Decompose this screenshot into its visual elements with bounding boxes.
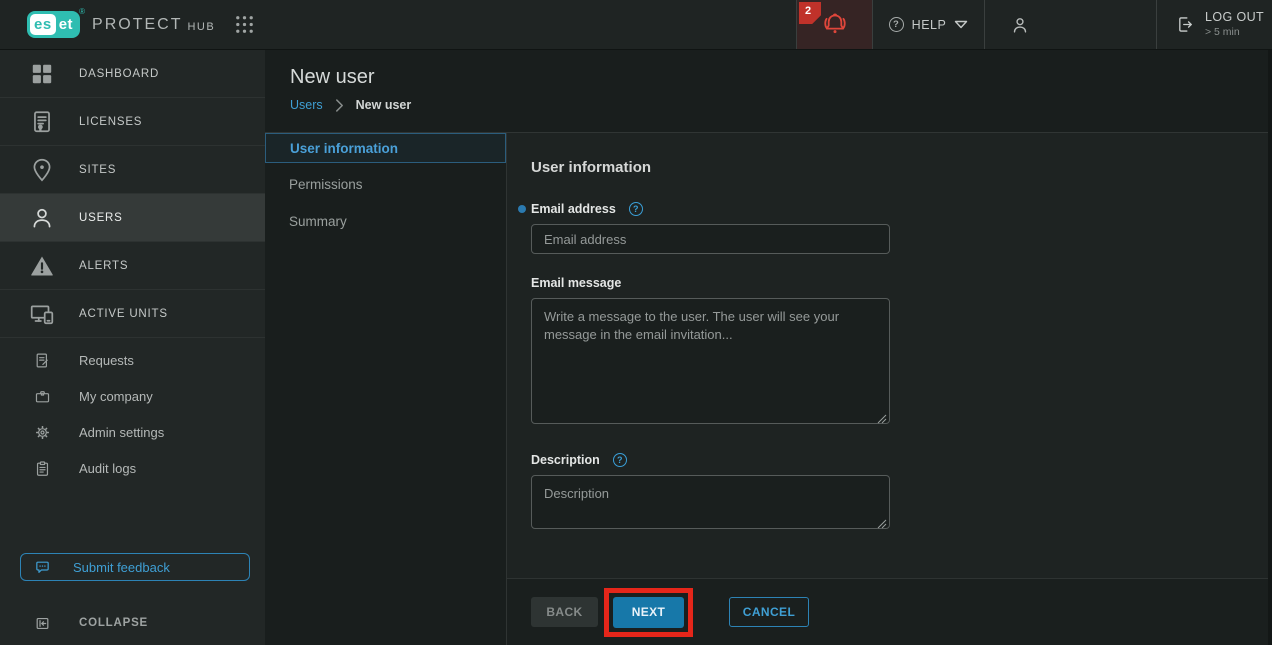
licenses-icon [29, 109, 55, 135]
breadcrumb-users-link[interactable]: Users [290, 98, 323, 112]
chevron-down-icon [954, 20, 968, 29]
email-address-label: Email address [531, 202, 616, 216]
alerts-icon [29, 253, 55, 279]
active-units-icon [29, 301, 55, 327]
user-icon [1009, 14, 1031, 36]
sidebar-label: ACTIVE UNITS [79, 308, 168, 320]
step-user-information[interactable]: User information [265, 133, 506, 163]
description-textarea[interactable] [531, 475, 890, 529]
sidebar-label: ALERTS [79, 260, 128, 272]
required-indicator [518, 205, 526, 213]
brand-area: es et ® PROTECT HUB [0, 0, 265, 49]
sidebar-item-audit-logs[interactable]: Audit logs [0, 450, 265, 486]
product-name: PROTECT [92, 16, 182, 34]
logout-button[interactable]: LOG OUT > 5 min [1156, 0, 1272, 49]
sidebar-label: DASHBOARD [79, 68, 159, 80]
sidebar-item-dashboard[interactable]: DASHBOARD [0, 50, 265, 98]
email-message-textarea[interactable] [531, 298, 890, 424]
user-information-form: User information Email address ? Email m… [507, 133, 1272, 578]
account-button[interactable] [984, 0, 1156, 49]
app-launcher-icon[interactable] [233, 13, 256, 36]
collapse-icon [34, 615, 51, 632]
top-bar: es et ® PROTECT HUB 2 [0, 0, 1272, 50]
breadcrumb: Users New user [290, 98, 1272, 112]
product-suffix: HUB [187, 21, 215, 33]
annotation-highlight: NEXT [604, 588, 693, 637]
sidebar: DASHBOARD LICENSES SITES [0, 50, 265, 645]
email-message-label: Email message [531, 276, 621, 290]
logout-icon [1175, 14, 1196, 35]
sidebar-item-admin-settings[interactable]: Admin settings [0, 414, 265, 450]
sidebar-item-my-company[interactable]: My company [0, 378, 265, 414]
step-summary[interactable]: Summary [265, 205, 506, 237]
help-button[interactable]: ? HELP [872, 0, 984, 49]
breadcrumb-chevron-icon [335, 99, 344, 112]
requests-icon [34, 352, 51, 369]
wizard-steps: User information Permissions Summary [265, 133, 507, 645]
clipboard-icon [34, 460, 51, 477]
sidebar-item-requests[interactable]: Requests [0, 342, 265, 378]
sidebar-label: Requests [79, 353, 134, 368]
sites-icon [29, 157, 55, 183]
sidebar-label: Admin settings [79, 425, 164, 440]
help-label: HELP [912, 18, 947, 32]
sidebar-label: SITES [79, 164, 116, 176]
eset-logo[interactable]: es et ® [27, 11, 80, 38]
eset-logo-es: es [30, 14, 56, 35]
scrollbar-track[interactable] [1268, 50, 1272, 645]
sidebar-item-sites[interactable]: SITES [0, 146, 265, 194]
help-circle-icon: ? [889, 17, 904, 32]
collapse-sidebar-button[interactable]: COLLAPSE [0, 606, 265, 640]
submit-feedback-button[interactable]: Submit feedback [20, 553, 250, 581]
sidebar-label: LICENSES [79, 116, 142, 128]
sidebar-label: My company [79, 389, 153, 404]
eset-logo-et: et [56, 16, 73, 33]
sidebar-item-licenses[interactable]: LICENSES [0, 98, 265, 146]
sidebar-item-users[interactable]: USERS [0, 194, 265, 242]
users-icon [29, 205, 55, 231]
breadcrumb-current: New user [356, 98, 412, 112]
submit-feedback-label: Submit feedback [73, 560, 170, 575]
page-title: New user [290, 66, 1272, 89]
back-button[interactable]: BACK [531, 597, 598, 627]
sidebar-label: Audit logs [79, 461, 136, 476]
wizard-footer: BACK NEXT CANCEL [507, 578, 1272, 645]
settings-gear-icon [34, 424, 51, 441]
sidebar-label: USERS [79, 212, 123, 224]
sidebar-item-active-units[interactable]: ACTIVE UNITS [0, 290, 265, 338]
step-permissions[interactable]: Permissions [265, 168, 506, 200]
page-header: New user Users New user [265, 50, 1272, 133]
cancel-button[interactable]: CANCEL [729, 597, 809, 627]
email-address-input[interactable] [531, 224, 890, 254]
collapse-label: COLLAPSE [79, 617, 148, 629]
description-label: Description [531, 453, 600, 467]
logout-label: LOG OUT [1205, 10, 1264, 26]
feedback-bubble-icon [34, 559, 51, 576]
bell-icon [819, 9, 851, 41]
registered-mark: ® [79, 7, 85, 16]
main-area: New user Users New user User information… [265, 50, 1272, 645]
briefcase-icon [34, 388, 51, 405]
description-help-icon[interactable]: ? [613, 453, 627, 467]
notifications-button[interactable]: 2 [796, 0, 872, 49]
form-section-title: User information [531, 159, 1248, 176]
email-help-icon[interactable]: ? [629, 202, 643, 216]
next-button[interactable]: NEXT [613, 597, 684, 628]
sidebar-item-alerts[interactable]: ALERTS [0, 242, 265, 290]
logout-timer: > 5 min [1205, 26, 1264, 39]
dashboard-icon [29, 61, 55, 87]
